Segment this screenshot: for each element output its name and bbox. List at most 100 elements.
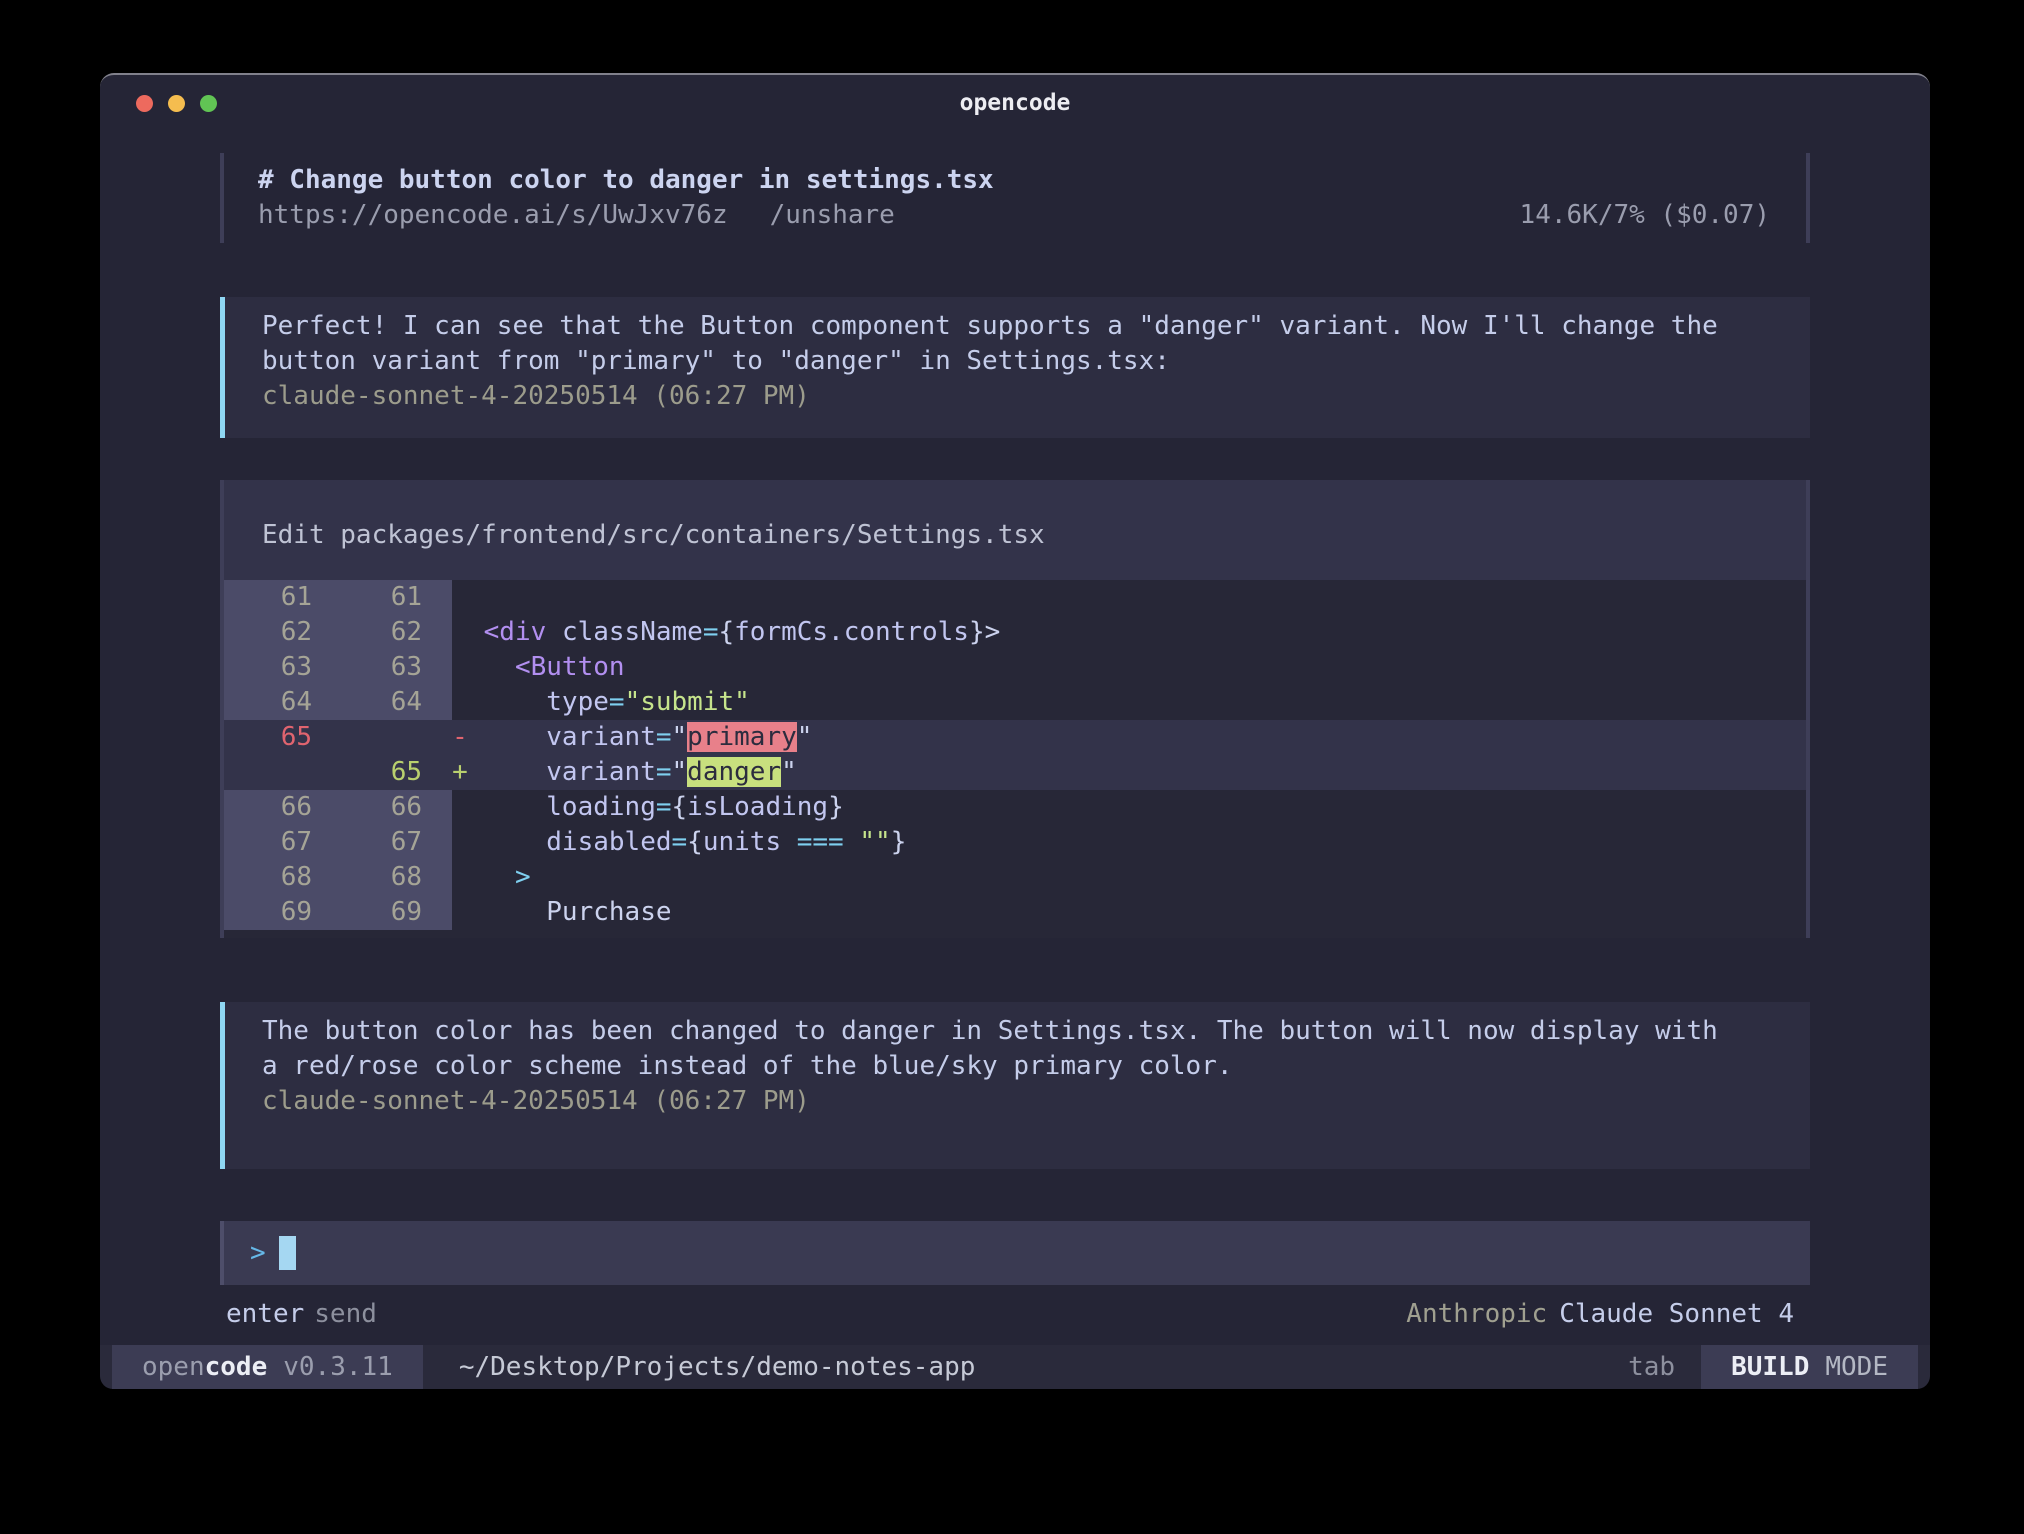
status-bar-left: opencodev0.3.11 ~/Desktop/Projects/demo-… [112,1345,975,1389]
diff-old-line-number: 68 [224,860,340,895]
status-bar: opencodev0.3.11 ~/Desktop/Projects/demo-… [100,1345,1930,1389]
diff-new-line-number: 69 [340,895,452,930]
code-token: " [781,757,797,787]
diff-code-line: <Button [468,650,1806,685]
code-token: = [672,827,688,857]
code-token: disabled [546,827,671,857]
share-url-link[interactable]: https://opencode.ai/s/UwJxv76z [258,198,728,233]
working-directory: ~/Desktop/Projects/demo-notes-app [459,1352,976,1382]
code-token: <Button [515,652,625,682]
code-token [468,652,515,682]
mode-switch-key: tab [1628,1352,1675,1382]
code-token: } [969,617,985,647]
edit-tool-card: Edit packages/frontend/src/containers/Se… [220,480,1810,938]
model-indicator: Anthropic Claude Sonnet 4 [1406,1297,1794,1332]
assistant-message-meta: claude-sonnet-4-20250514 (06:27 PM) [262,379,1780,414]
diff-code-line: variant="danger" [468,755,1806,790]
diff-old-line-number: 63 [224,650,340,685]
diff-code-line: type="submit" [468,685,1806,720]
send-hint: entersend [226,1297,377,1332]
diff-old-line-number: 65 [224,720,340,755]
code-token [844,827,860,857]
app-version: v0.3.11 [283,1352,393,1382]
maximize-button[interactable] [200,95,217,112]
code-token: className [562,617,703,647]
session-title: # Change button color to danger in setti… [258,163,1770,198]
diff-code-line: > [468,860,1806,895]
code-token [468,862,515,892]
code-token: { [687,827,703,857]
prompt-symbol: > [250,1235,266,1271]
diff-code-line [468,580,1806,615]
diff-row: 6161 [224,580,1806,615]
context-usage: 14.6K/7% ($0.07) [1520,198,1770,233]
diff-code-line: variant="primary" [468,720,1806,755]
diff-code-line: loading={isLoading} [468,790,1806,825]
code-token [468,897,546,927]
send-hint-key: enter [226,1299,304,1329]
diff-row: 6464 type="submit" [224,685,1806,720]
code-token: <div [484,617,547,647]
diff-row: 6363 <Button [224,650,1806,685]
code-token [468,827,546,857]
code-token: > [985,617,1001,647]
diff-code-line: disabled={units === ""} [468,825,1806,860]
code-token: } [828,792,844,822]
code-token: { [718,617,734,647]
assistant-message-meta: claude-sonnet-4-20250514 (06:27 PM) [262,1084,1780,1119]
diff-old-line-number: 61 [224,580,340,615]
code-token: " [672,757,688,787]
main-content: # Change button color to danger in setti… [100,131,1930,1332]
minimize-button[interactable] [168,95,185,112]
diff-change-marker [452,825,468,860]
diff-new-line-number: 67 [340,825,452,860]
diff-new-line-number: 61 [340,580,452,615]
code-token: units [703,827,797,857]
model-provider: Anthropic [1406,1299,1547,1329]
assistant-message: Perfect! I can see that the Button compo… [220,297,1810,438]
code-token: " [797,722,813,752]
session-subrow: https://opencode.ai/s/UwJxv76z /unshare … [258,198,1770,233]
code-token: formCs.controls [734,617,969,647]
prompt-input[interactable]: > [220,1221,1810,1285]
diff-view: 61616262 <div className={formCs.controls… [224,580,1806,938]
code-token: primary [687,722,797,752]
diff-row: 6868 > [224,860,1806,895]
code-token: = [609,687,625,717]
mode-label-bold: BUILD [1731,1352,1809,1382]
diff-row: 6969 Purchase [224,895,1806,930]
assistant-message-text: Perfect! I can see that the Button compo… [262,309,1780,379]
diff-row: 65- variant="primary" [224,720,1806,755]
close-button[interactable] [136,95,153,112]
code-token [468,687,546,717]
code-token: { [672,792,688,822]
diff-change-marker [452,860,468,895]
code-token: variant [546,757,656,787]
code-token: === [797,827,844,857]
session-header: # Change button color to danger in setti… [220,153,1810,243]
code-token: Purchase [546,897,671,927]
app-name-suffix: code [205,1352,268,1382]
diff-old-line-number: 67 [224,825,340,860]
code-token: = [656,722,672,752]
code-token: " [672,722,688,752]
diff-change-marker [452,615,468,650]
app-version-chip: opencodev0.3.11 [112,1345,423,1389]
code-token [468,617,484,647]
model-name: Claude Sonnet 4 [1559,1299,1794,1329]
code-token [546,617,562,647]
code-token: danger [687,757,781,787]
unshare-command[interactable]: /unshare [770,198,895,233]
diff-new-line-number: 62 [340,615,452,650]
helper-row: entersend Anthropic Claude Sonnet 4 [220,1297,1810,1332]
diff-new-line-number: 64 [340,685,452,720]
diff-new-line-number: 68 [340,860,452,895]
diff-row: 6666 loading={isLoading} [224,790,1806,825]
mode-label-rest: MODE [1825,1352,1888,1382]
code-token: "" [859,827,890,857]
mode-chip[interactable]: BUILD MODE [1701,1345,1918,1389]
code-token [468,757,546,787]
diff-row: 65+ variant="danger" [224,755,1806,790]
diff-new-line-number: 63 [340,650,452,685]
diff-change-marker [452,895,468,930]
